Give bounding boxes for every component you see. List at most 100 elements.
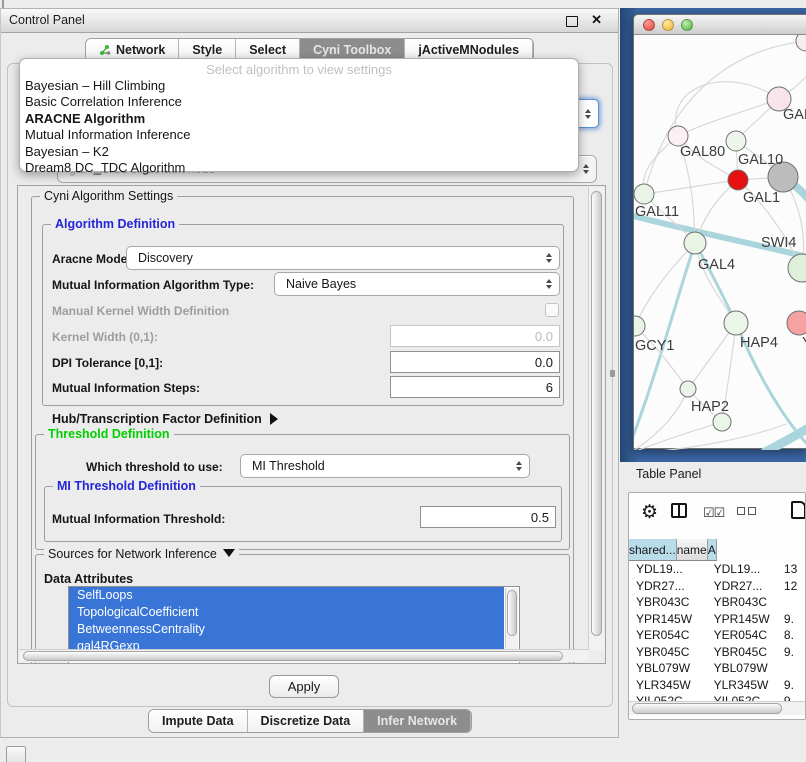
split-columns-icon[interactable] xyxy=(671,503,687,518)
mi-type-combo[interactable]: Naive Bayes xyxy=(274,272,560,296)
combo-arrows-icon xyxy=(546,279,552,289)
network-edge[interactable] xyxy=(634,422,722,450)
column-header-label: A xyxy=(708,543,716,557)
network-node[interactable] xyxy=(796,35,806,51)
algorithm-option-label: Bayesian – Hill Climbing xyxy=(25,78,165,93)
network-node[interactable] xyxy=(724,311,748,335)
cell-name: YBR043C xyxy=(707,595,777,609)
column-header[interactable]: A xyxy=(708,539,717,561)
attribute-item-selected[interactable]: SelfLoops xyxy=(69,587,504,604)
algorithm-option-label: Basic Correlation Inference xyxy=(25,94,182,109)
gear-icon[interactable]: ⚙ xyxy=(641,503,658,522)
attribute-item-selected[interactable]: TopologicalCoefficient xyxy=(69,604,504,621)
sources-expander[interactable]: Sources for Network Inference xyxy=(44,547,239,561)
control-panel-window: Control Panel ✕ Network xyxy=(0,8,619,738)
algorithm-option-label: ARACNE Algorithm xyxy=(25,111,145,126)
network-view-panel: GALGAL80GAL10GAL1GAL11GAL4SWI4GCY1HAP4YH… xyxy=(620,8,806,462)
select-all-checkboxes-icon[interactable]: ☑☑ xyxy=(703,505,724,521)
algorithm-option[interactable]: Basic Correlation Inference xyxy=(20,94,578,110)
table-row[interactable]: YBR043C YBR043C xyxy=(629,594,805,611)
network-edge[interactable] xyxy=(676,82,779,136)
kernel-width-field[interactable]: 0.0 xyxy=(390,325,560,347)
settings-horizontal-scrollbar[interactable] xyxy=(19,649,588,662)
algorithm-option[interactable]: Dream8 DC_TDC Algorithm xyxy=(20,160,578,176)
cell-shared-name: YPR145W xyxy=(629,612,707,626)
network-canvas[interactable]: GALGAL80GAL10GAL1GAL11GAL4SWI4GCY1HAP4YH… xyxy=(634,35,806,450)
algorithm-option[interactable]: ARACNE Algorithm xyxy=(20,111,578,127)
table-row[interactable]: YBR045C YBR045C 9. xyxy=(629,644,805,661)
apply-button[interactable]: Apply xyxy=(269,675,339,698)
bottom-tab[interactable]: Infer Network xyxy=(364,710,471,732)
network-node[interactable] xyxy=(728,170,748,190)
table-row[interactable]: YPR145W YPR145W 9. xyxy=(629,611,805,628)
network-edge[interactable] xyxy=(634,424,786,450)
aracne-mode-label: Aracne Mode: xyxy=(52,252,131,266)
bottom-tab[interactable]: Discretize Data xyxy=(248,710,365,732)
new-document-icon[interactable] xyxy=(791,501,806,519)
zoom-traffic-light[interactable] xyxy=(681,19,693,31)
network-node[interactable] xyxy=(684,232,706,254)
deselect-checkboxes-icon[interactable] xyxy=(737,507,756,515)
tab-label: Infer Network xyxy=(377,714,457,728)
settings-scroll-area: Cyni Algorithm Settings Algorithm Defini… xyxy=(17,185,606,664)
algorithm-option[interactable]: Bayesian – K2 xyxy=(20,144,578,160)
settings-vertical-scrollbar[interactable] xyxy=(588,187,604,650)
mi-threshold-field[interactable]: 0.5 xyxy=(420,506,556,528)
table-row[interactable]: YBL079W YBL079W xyxy=(629,660,805,677)
network-node[interactable] xyxy=(788,254,806,282)
column-header[interactable]: shared... xyxy=(629,539,677,561)
scrollbar-thumb[interactable] xyxy=(591,191,602,636)
network-edge[interactable] xyxy=(634,389,688,450)
close-icon[interactable]: ✕ xyxy=(591,12,602,28)
bottom-tab[interactable]: Impute Data xyxy=(149,710,248,732)
algorithm-option[interactable]: Bayesian – Hill Climbing xyxy=(20,78,578,94)
kernel-width-value: 0.0 xyxy=(535,329,553,344)
hub-definition-expander[interactable]: Hub/Transcription Factor Definition xyxy=(52,412,278,426)
network-node[interactable] xyxy=(668,126,688,146)
cell-name: YLR345W xyxy=(707,678,777,692)
scrollbar-thumb[interactable] xyxy=(507,590,517,636)
cell-shared-name: YER054C xyxy=(629,628,707,642)
algorithm-option[interactable]: Mutual Information Inference xyxy=(20,127,578,143)
scrollbar-thumb[interactable] xyxy=(23,651,563,661)
minimized-panel-icon[interactable] xyxy=(6,746,26,762)
network-edge[interactable] xyxy=(678,99,779,136)
table-horizontal-scrollbar[interactable] xyxy=(629,701,805,715)
network-node-label: GCY1 xyxy=(635,338,675,354)
network-node-label: HAP4 xyxy=(740,335,778,351)
column-header[interactable]: name xyxy=(677,539,708,561)
scrollbar-thumb[interactable] xyxy=(632,703,782,714)
dpi-tolerance-field[interactable]: 0.0 xyxy=(390,351,560,373)
aracne-mode-combo[interactable]: Discovery xyxy=(126,246,560,270)
manual-kernel-checkbox[interactable] xyxy=(545,303,559,317)
minimize-traffic-light[interactable] xyxy=(662,19,674,31)
mi-steps-field[interactable]: 6 xyxy=(390,376,560,398)
control-panel-titlebar[interactable]: Control Panel ✕ xyxy=(1,9,618,33)
table-row[interactable]: YDL19... YDL19... 13 xyxy=(629,561,805,578)
network-window-titlebar[interactable] xyxy=(634,15,806,35)
float-window-icon[interactable] xyxy=(566,16,578,27)
network-node[interactable] xyxy=(787,311,806,335)
network-edge[interactable] xyxy=(635,326,688,389)
network-edge[interactable] xyxy=(635,243,695,326)
algorithm-option-label: Mutual Information Inference xyxy=(25,127,190,142)
table-row[interactable]: YIL052C YIL052C 9. xyxy=(629,693,805,701)
desktop: Control Panel ✕ Network xyxy=(0,0,806,762)
bottom-tabbar: Impute Data Discretize Data Infer Networ… xyxy=(148,709,472,733)
close-traffic-light[interactable] xyxy=(643,19,655,31)
attribute-item-selected[interactable]: BetweennessCentrality xyxy=(69,621,504,638)
table-row[interactable]: YER054C YER054C 8. xyxy=(629,627,805,644)
network-edge[interactable] xyxy=(695,243,736,323)
mi-steps-value: 6 xyxy=(546,380,553,395)
network-node[interactable] xyxy=(713,413,731,431)
network-node[interactable] xyxy=(634,316,645,336)
table-row[interactable]: YDR27... YDR27... 12 xyxy=(629,578,805,595)
network-node[interactable] xyxy=(634,184,654,204)
table-row[interactable]: YLR345W YLR345W 9. xyxy=(629,677,805,694)
panel-splitter-handle[interactable] xyxy=(610,370,615,377)
network-node[interactable] xyxy=(726,131,746,151)
hub-definition-label: Hub/Transcription Factor Definition xyxy=(52,412,262,426)
cell-name: YBR045C xyxy=(707,645,777,659)
which-threshold-combo[interactable]: MI Threshold xyxy=(240,454,530,478)
network-node[interactable] xyxy=(680,381,696,397)
